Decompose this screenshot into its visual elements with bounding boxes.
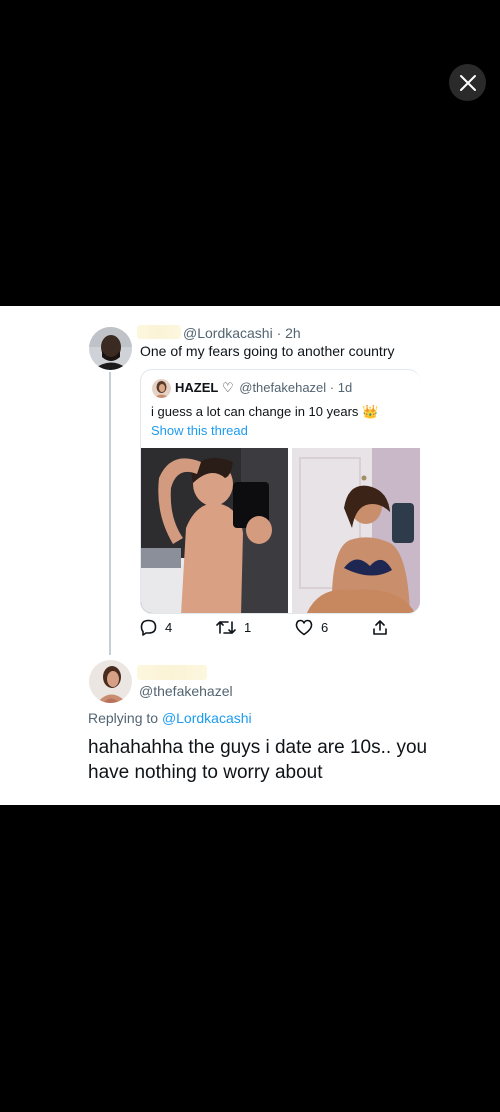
heart-symbol: ♡ (221, 380, 234, 395)
avatar-photo-icon (152, 379, 171, 398)
heart-icon (295, 619, 313, 636)
close-icon (459, 74, 476, 91)
reply-action[interactable]: 4 (140, 619, 172, 636)
share-action[interactable] (372, 619, 388, 636)
quoted-name: HAZEL (175, 380, 219, 395)
tweet-time[interactable]: · 2h (277, 325, 301, 341)
quoted-avatar (152, 379, 171, 398)
tweet-screenshot-card: @Lordkacashi · 2h One of my fears going … (0, 306, 500, 805)
photo-icon (141, 448, 288, 613)
retweet-icon (216, 621, 236, 634)
quoted-text: i guess a lot can change in 10 years (151, 404, 359, 419)
quoted-text-line: i guess a lot can change in 10 years 👑 (151, 404, 378, 420)
display-name-redacted (137, 325, 181, 339)
replying-prefix: Replying to (88, 710, 159, 726)
thread-connector (109, 372, 111, 655)
reply-text: hahahahha the guys i date are 10s.. you … (88, 735, 427, 785)
reply-display-name-redacted (137, 665, 207, 680)
close-button[interactable] (449, 64, 486, 101)
crown-emoji-icon: 👑 (362, 404, 379, 419)
reply-text-line-1: hahahahha the guys i date are 10s.. you (88, 737, 428, 758)
replying-to-line: Replying to @Lordkacashi (88, 710, 252, 726)
retweet-count: 1 (244, 620, 252, 635)
quoted-media-image-1[interactable] (141, 448, 288, 613)
tweet-text: One of my fears going to another country (140, 343, 395, 359)
quoted-header: HAZEL ♡ @thefakehazel · 1d (175, 380, 352, 396)
avatar-thefakehazel[interactable] (89, 660, 132, 703)
photo-icon (292, 448, 420, 613)
like-count: 6 (321, 620, 329, 635)
reply-icon (140, 619, 157, 636)
retweet-action[interactable]: 1 (216, 619, 251, 636)
show-thread-link[interactable]: Show this thread (151, 423, 248, 438)
reply-count: 4 (165, 620, 173, 635)
reply-text-line-2: have nothing to worry about (88, 762, 323, 783)
share-icon (373, 620, 387, 635)
avatar-photo-icon (89, 660, 132, 703)
like-action[interactable]: 6 (295, 619, 328, 636)
quoted-tweet[interactable]: HAZEL ♡ @thefakehazel · 1d i guess a lot… (140, 369, 420, 614)
replying-to-link[interactable]: @Lordkacashi (162, 710, 252, 726)
quoted-handle: @thefakehazel (239, 380, 327, 395)
avatar-photo-icon (89, 327, 132, 370)
quoted-time: · 1d (329, 380, 353, 395)
tweet-header: @Lordkacashi · 2h (183, 325, 301, 341)
reply-handle[interactable]: @thefakehazel (139, 683, 233, 699)
avatar-lordkacashi[interactable] (89, 327, 132, 370)
quoted-media-image-2[interactable] (292, 448, 420, 613)
tweet-handle[interactable]: @Lordkacashi (183, 325, 273, 341)
